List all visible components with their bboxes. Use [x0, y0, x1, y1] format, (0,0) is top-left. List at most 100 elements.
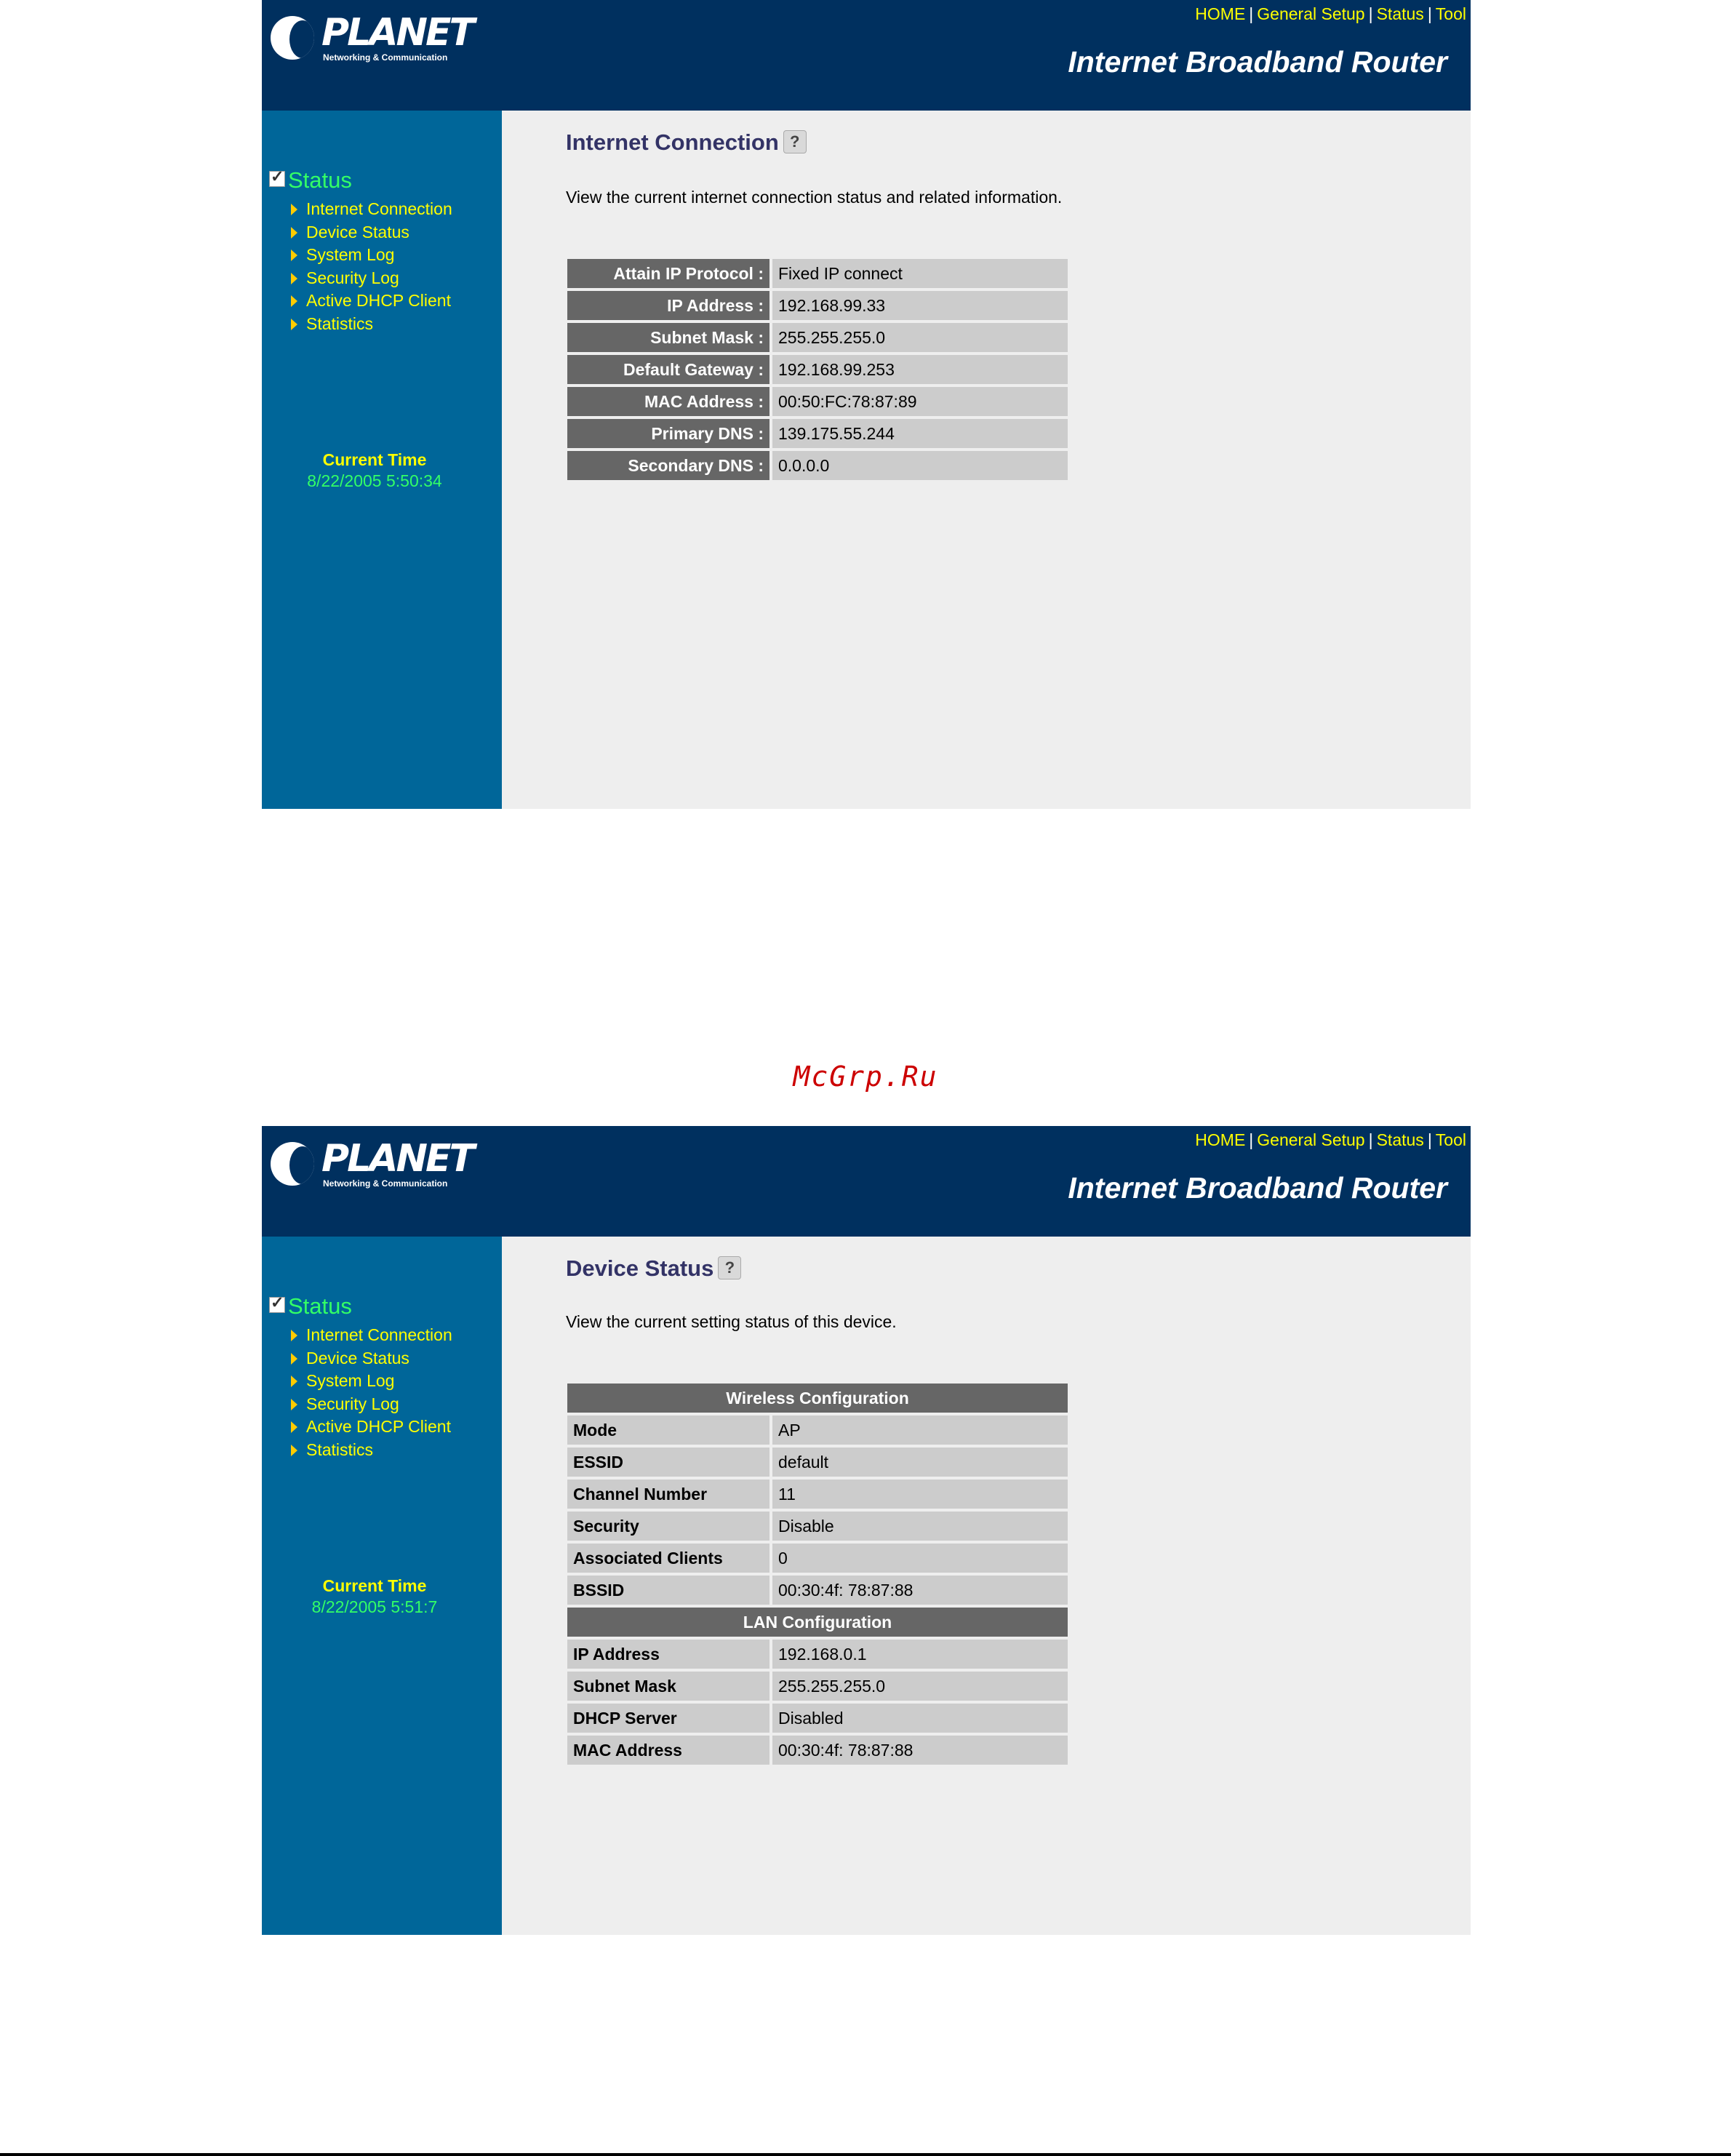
table-row: IP Address :192.168.99.33	[567, 291, 1068, 320]
checkmark-icon	[269, 1293, 285, 1313]
row-value: Disable	[772, 1512, 1068, 1541]
nav-general-setup-link[interactable]: General Setup	[1257, 4, 1364, 23]
section-header-row: LAN Configuration	[567, 1608, 1068, 1637]
sidebar-item-statistics[interactable]: Statistics	[291, 1440, 452, 1464]
current-time: Current Time 8/22/2005 5:51:7	[262, 1576, 487, 1618]
row-value: 255.255.255.0	[772, 1672, 1068, 1701]
help-icon[interactable]: ?	[783, 129, 807, 153]
current-time-label: Current Time	[322, 450, 427, 469]
sidebar-item-active-dhcp-client[interactable]: Active DHCP Client	[291, 1417, 452, 1440]
sidebar-menu: Internet Connection Device Status System…	[291, 199, 452, 338]
nav-tool-link[interactable]: Tool	[1436, 1130, 1466, 1149]
row-label: Mode	[567, 1416, 769, 1445]
planet-logo: PLANET Networking & Communication	[271, 1138, 475, 1193]
sidebar-heading-label: Status	[288, 167, 352, 193]
nav-home-link[interactable]: HOME	[1195, 4, 1245, 23]
sidebar-heading[interactable]: Status	[269, 1293, 352, 1319]
nav-status-link[interactable]: Status	[1377, 4, 1424, 23]
router-title: Internet Broadband Router	[1068, 45, 1447, 79]
table-row: MAC Address :00:50:FC:78:87:89	[567, 387, 1068, 416]
help-icon[interactable]: ?	[718, 1255, 742, 1279]
sidebar-item-system-log[interactable]: System Log	[291, 1371, 452, 1394]
table-row: Attain IP Protocol : Fixed IP connect	[567, 259, 1068, 288]
row-label: Primary DNS :	[567, 419, 769, 448]
row-label: Secondary DNS :	[567, 451, 769, 480]
row-label: Attain IP Protocol :	[567, 259, 769, 288]
current-time-value: 8/22/2005 5:50:34	[307, 471, 442, 490]
header: PLANET Networking & Communication HOME | G…	[262, 0, 1471, 111]
arrow-right-icon	[291, 1398, 297, 1410]
row-value: 0	[772, 1544, 1068, 1573]
sidebar-item-internet-connection[interactable]: Internet Connection	[291, 1325, 452, 1349]
arrow-right-icon	[291, 1376, 297, 1388]
row-value: 11	[772, 1480, 1068, 1509]
arrow-right-icon	[291, 272, 297, 284]
arrow-right-icon	[291, 1444, 297, 1456]
planet-logo: PLANET Networking & Communication	[271, 12, 475, 67]
table-row: BSSID 00:30:4f: 78:87:88	[567, 1576, 1068, 1605]
row-value: Disabled	[772, 1704, 1068, 1733]
page-description: View the current setting status of this …	[566, 1312, 897, 1331]
arrow-right-icon	[291, 295, 297, 308]
sidebar-item-device-status[interactable]: Device Status	[291, 1349, 452, 1372]
nav-home-link[interactable]: HOME	[1195, 1130, 1245, 1149]
top-nav: HOME | General Setup | Status | Tool	[1195, 1130, 1466, 1149]
logo-word: PLANET	[321, 1137, 475, 1181]
table-row: DHCP Server Disabled	[567, 1704, 1068, 1733]
arrow-right-icon	[291, 1330, 297, 1341]
sidebar-item-system-log[interactable]: System Log	[291, 245, 452, 268]
table-row: Channel Number 11	[567, 1480, 1068, 1509]
table-row: Primary DNS :139.175.55.244	[567, 419, 1068, 448]
page-title: Internet Connection?	[566, 129, 807, 156]
content-area: Device Status? View the current setting …	[502, 1237, 1471, 1935]
sidebar-item-active-dhcp-client[interactable]: Active DHCP Client	[291, 291, 452, 314]
row-label: Associated Clients	[567, 1544, 769, 1573]
sidebar-item-device-status[interactable]: Device Status	[291, 223, 452, 246]
top-nav: HOME | General Setup | Status | Tool	[1195, 4, 1466, 23]
table-row: Mode AP	[567, 1416, 1068, 1445]
watermark: McGrp.Ru	[793, 1061, 938, 1093]
nav-general-setup-link[interactable]: General Setup	[1257, 1130, 1364, 1149]
nav-status-link[interactable]: Status	[1377, 1130, 1424, 1149]
sidebar-item-security-log[interactable]: Security Log	[291, 268, 452, 292]
row-label: MAC Address :	[567, 387, 769, 416]
table-row: Associated Clients 0	[567, 1544, 1068, 1573]
arrow-right-icon	[291, 226, 297, 239]
table-row: IP Address 192.168.0.1	[567, 1640, 1068, 1669]
sidebar-heading-label: Status	[288, 1293, 352, 1319]
table-row: Security Disable	[567, 1512, 1068, 1541]
checkmark-icon	[269, 167, 285, 187]
content-area: Internet Connection? View the current in…	[502, 111, 1471, 809]
nav-tool-link[interactable]: Tool	[1436, 4, 1466, 23]
table-row: Subnet Mask :255.255.255.0	[567, 323, 1068, 352]
table-row: ESSID default	[567, 1448, 1068, 1477]
sidebar: Status Internet Connection Device Status…	[262, 111, 502, 809]
table-row: Default Gateway :192.168.99.253	[567, 355, 1068, 384]
sidebar-menu: Internet Connection Device Status System…	[291, 1325, 452, 1464]
router-title: Internet Broadband Router	[1068, 1171, 1447, 1205]
row-value: 00:30:4f: 78:87:88	[772, 1736, 1068, 1765]
sidebar: Status Internet Connection Device Status…	[262, 1237, 502, 1935]
row-label: Subnet Mask :	[567, 323, 769, 352]
sidebar-item-internet-connection[interactable]: Internet Connection	[291, 199, 452, 223]
connection-info-table: Attain IP Protocol : Fixed IP connect IP …	[564, 256, 1071, 483]
logo-word: PLANET	[321, 11, 475, 55]
page-title: Device Status?	[566, 1255, 742, 1282]
row-value: Fixed IP connect	[772, 259, 1068, 288]
row-label: BSSID	[567, 1576, 769, 1605]
row-label: MAC Address	[567, 1736, 769, 1765]
logo-subtitle: Networking & Communication	[323, 52, 448, 63]
row-label: DHCP Server	[567, 1704, 769, 1733]
row-label: Subnet Mask	[567, 1672, 769, 1701]
sidebar-item-statistics[interactable]: Statistics	[291, 314, 452, 338]
current-time: Current Time 8/22/2005 5:50:34	[262, 450, 487, 492]
router-screen-device-status: PLANET Networking & Communication HOME | G…	[262, 1126, 1471, 1935]
current-time-label: Current Time	[322, 1576, 427, 1595]
lan-configuration-heading: LAN Configuration	[567, 1608, 1068, 1637]
arrow-right-icon	[291, 1352, 297, 1365]
sidebar-item-security-log[interactable]: Security Log	[291, 1394, 452, 1418]
wireless-configuration-heading: Wireless Configuration	[567, 1384, 1068, 1413]
router-screen-internet-connection: PLANET Networking & Communication HOME | G…	[262, 0, 1471, 809]
sidebar-heading[interactable]: Status	[269, 167, 352, 193]
device-status-table: Wireless Configuration Mode AP ESSID defa…	[564, 1381, 1071, 1768]
